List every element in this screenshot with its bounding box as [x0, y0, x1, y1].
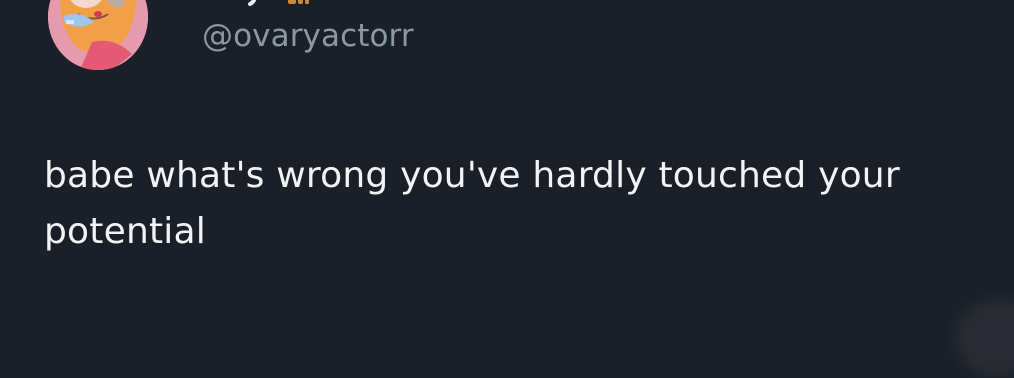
tweet-body-text: babe what's wrong you've hardly touched …	[44, 155, 900, 252]
corner-shadow	[954, 298, 1014, 378]
account-handle[interactable]: @ovaryactorr	[202, 16, 414, 56]
tweet-card[interactable]: @ovaryactorr babe what's wrong you've ha…	[0, 0, 1014, 378]
cartoon-profile-avatar-icon	[48, 0, 148, 70]
avatar[interactable]	[48, 0, 148, 70]
cut-off-display-name	[248, 0, 309, 6]
